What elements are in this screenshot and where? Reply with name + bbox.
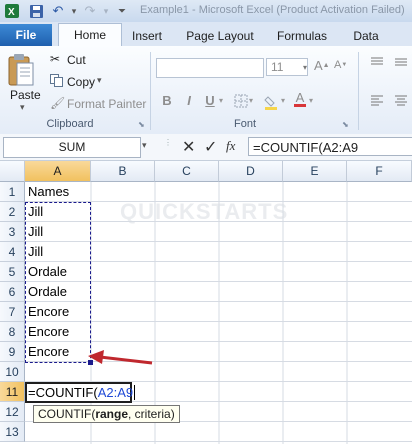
undo-icon[interactable]: ↶ (50, 3, 66, 19)
clipboard-launcher-icon[interactable]: ⬊ (138, 120, 145, 129)
row-header-4[interactable]: 4 (0, 242, 25, 262)
row-header-13[interactable]: 13 (0, 422, 25, 442)
fill-color-dropdown-icon[interactable]: ▾ (281, 96, 285, 105)
font-launcher-icon[interactable]: ⬊ (342, 120, 349, 129)
cell-editor[interactable]: =COUNTIF(A2:A9 (27, 383, 136, 403)
save-icon[interactable] (28, 3, 44, 19)
active-cell-a11[interactable]: =COUNTIF(A2:A9 (25, 382, 136, 403)
group-divider (150, 52, 151, 130)
insert-function-button[interactable]: fx (226, 138, 235, 154)
tab-home[interactable]: Home (58, 23, 122, 47)
shrink-font-icon[interactable]: A ▼ (334, 59, 347, 71)
cut-icon[interactable]: ✂ (50, 52, 60, 66)
column-header-c[interactable]: C (155, 161, 219, 182)
tab-formulas[interactable]: Formulas (270, 26, 334, 46)
text-cursor (134, 385, 136, 400)
format-painter-button[interactable]: Format Painter (67, 97, 146, 111)
customize-toolbar-icon[interactable]: ⏷ (114, 3, 130, 19)
italic-button[interactable]: I (180, 92, 198, 110)
paste-button[interactable]: Paste (10, 88, 41, 102)
format-painter-icon[interactable]: 🖌 (50, 96, 65, 110)
align-top-icon[interactable] (370, 56, 384, 68)
row-header-9[interactable]: 9 (0, 342, 25, 362)
bold-button[interactable]: B (158, 92, 176, 110)
font-name-dropdown[interactable] (156, 58, 264, 78)
underline-dropdown-icon[interactable]: ▾ (219, 96, 223, 105)
borders-dropdown-icon[interactable]: ▾ (249, 96, 253, 105)
formula-text: =COUNTIF( (28, 385, 98, 400)
name-box-dropdown-icon[interactable]: ▾ (142, 140, 147, 151)
align-left-icon[interactable] (370, 94, 384, 106)
function-tooltip: COUNTIF(range, criteria) (33, 405, 180, 423)
cell-a1[interactable]: Names (26, 182, 69, 202)
column-header-e[interactable]: E (283, 161, 347, 182)
align-middle-icon[interactable] (394, 56, 408, 68)
excel-logo-icon: X (4, 3, 20, 19)
tab-page-layout[interactable]: Page Layout (178, 26, 262, 46)
redo-icon[interactable]: ↷ (82, 3, 98, 19)
worksheet-grid[interactable]: A B C D E F 1 2 3 4 5 6 7 8 9 10 11 12 13 Names Jill J… (0, 161, 412, 444)
font-color-icon[interactable]: A (294, 91, 306, 107)
cut-button[interactable]: Cut (67, 53, 86, 67)
ribbon: Paste ▾ ✂ Cut Copy ▾ 🖌 Format Painter Cl… (0, 46, 412, 135)
formula-bar: SUM ▾ ⋮ ✕ ✓ fx =COUNTIF(A2:A9 (0, 134, 412, 161)
paste-dropdown-icon[interactable]: ▾ (20, 102, 25, 113)
group-divider (358, 52, 359, 130)
copy-button[interactable]: Copy (67, 75, 95, 89)
column-header-f[interactable]: F (347, 161, 412, 182)
tab-insert[interactable]: Insert (124, 26, 170, 46)
row-header-3[interactable]: 3 (0, 222, 25, 242)
undo-dropdown-icon[interactable]: ▾ (66, 3, 82, 19)
window-title: Example1 - Microsoft Excel (Product Acti… (140, 4, 405, 16)
font-group-label: Font (233, 118, 256, 130)
column-header-d[interactable]: D (219, 161, 283, 182)
name-box[interactable]: SUM (3, 137, 141, 158)
range-reference: A2:A9 (97, 385, 134, 400)
fill-color-icon[interactable] (264, 94, 280, 110)
row-header-5[interactable]: 5 (0, 262, 25, 282)
copy-marquee (25, 202, 93, 365)
formula-bar-grip-icon: ⋮ (164, 138, 172, 147)
grow-font-icon[interactable]: A ▲ (314, 58, 330, 73)
borders-icon[interactable] (234, 94, 248, 108)
row-header-11[interactable]: 11 (0, 382, 25, 402)
row-header-1[interactable]: 1 (0, 182, 25, 202)
align-center-icon[interactable] (394, 94, 408, 106)
font-color-dropdown-icon[interactable]: ▾ (309, 96, 313, 105)
cancel-icon[interactable]: ✕ (182, 137, 195, 157)
copy-icon[interactable] (50, 74, 63, 87)
svg-text:X: X (8, 7, 15, 18)
select-all-button[interactable] (0, 161, 25, 182)
font-size-dropdown[interactable]: 11 ▾ (266, 58, 308, 76)
title-bar: X ↶ ▾ ↷ ▾ ⏷ Example1 - Microsoft Excel (… (0, 0, 412, 23)
row-header-2[interactable]: 2 (0, 202, 25, 222)
enter-icon[interactable]: ✓ (204, 137, 217, 157)
redo-dropdown-icon[interactable]: ▾ (98, 3, 114, 19)
row-header-12[interactable]: 12 (0, 402, 25, 422)
tooltip-function-name: COUNTIF( (38, 407, 96, 421)
formula-input[interactable]: =COUNTIF(A2:A9 (248, 137, 412, 156)
clipboard-group-label: Clipboard (46, 118, 94, 130)
underline-button[interactable]: U (201, 92, 219, 110)
tooltip-remaining-args: , criteria) (128, 407, 175, 421)
tab-file[interactable]: File (0, 24, 52, 46)
paste-icon[interactable] (6, 50, 38, 90)
row-header-6[interactable]: 6 (0, 282, 25, 302)
row-header-10[interactable]: 10 (0, 362, 25, 382)
row-header-7[interactable]: 7 (0, 302, 25, 322)
font-size-value: 11 (271, 60, 284, 74)
tab-data[interactable]: Data (344, 26, 388, 46)
column-header-b[interactable]: B (91, 161, 155, 182)
watermark: QUICKSTARTS (120, 199, 289, 224)
annotation-arrow-icon (88, 350, 153, 365)
ribbon-tabs: File Home Insert Page Layout Formulas Da… (0, 22, 412, 47)
chevron-down-icon: ▾ (302, 62, 307, 72)
column-header-a[interactable]: A (25, 161, 91, 182)
copy-dropdown-icon[interactable]: ▾ (97, 75, 102, 86)
row-header-8[interactable]: 8 (0, 322, 25, 342)
tooltip-current-arg: range (95, 407, 129, 421)
